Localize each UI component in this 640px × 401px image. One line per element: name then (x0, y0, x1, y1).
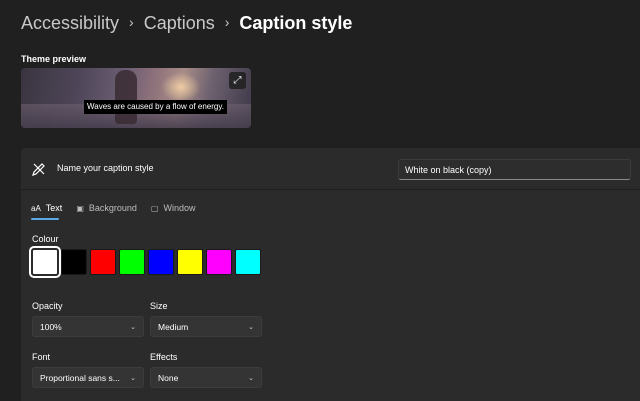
preview-caption-text: Waves are caused by a flow of energy. (84, 100, 227, 114)
colour-swatch-blue[interactable] (148, 249, 174, 275)
size-value: Medium (158, 321, 189, 332)
colour-swatch-cyan[interactable] (235, 249, 261, 275)
theme-preview-label: Theme preview (21, 54, 87, 64)
background-icon: ▣ (76, 203, 84, 213)
tab-background-label: Background (88, 203, 137, 213)
colour-swatch-red[interactable] (90, 249, 116, 275)
colour-swatches (29, 246, 264, 278)
text-icon: aA (31, 203, 41, 213)
opacity-dropdown[interactable]: 100% ⌄ (32, 316, 144, 337)
chevron-right-icon: › (224, 14, 230, 30)
tab-window[interactable]: ▢ Window (151, 198, 196, 218)
breadcrumb-captions[interactable]: Captions (144, 10, 215, 36)
opacity-value: 100% (40, 321, 62, 332)
size-dropdown[interactable]: Medium ⌄ (150, 316, 262, 337)
effects-value: None (158, 372, 179, 383)
colour-swatch-green[interactable] (119, 249, 145, 275)
font-value: Proportional sans s... (40, 372, 120, 383)
chevron-right-icon: › (129, 14, 134, 30)
chevron-down-icon: ⌄ (248, 323, 254, 331)
breadcrumb: Accessibility › Captions › Caption style (21, 10, 352, 36)
colour-swatch-black[interactable] (61, 249, 87, 275)
colour-label: Colour (32, 234, 59, 244)
colour-swatch-white[interactable] (29, 246, 61, 278)
tab-text[interactable]: aA Text (31, 198, 63, 220)
size-label: Size (150, 301, 168, 311)
expand-icon[interactable]: ⤢ (229, 72, 246, 89)
theme-preview-image: Waves are caused by a flow of energy. (21, 68, 251, 128)
colour-swatch-magenta[interactable] (206, 249, 232, 275)
effects-label: Effects (150, 352, 178, 362)
breadcrumb-accessibility[interactable]: Accessibility (21, 10, 119, 36)
caption-style-card: Name your caption style aA Text ▣ Backgr… (21, 148, 640, 401)
chevron-down-icon: ⌄ (130, 323, 136, 331)
preview-figure (115, 70, 137, 124)
caption-style-name-input[interactable] (398, 159, 631, 180)
opacity-label: Opacity (32, 301, 63, 311)
window-icon: ▢ (150, 203, 159, 213)
caption-style-name-row: Name your caption style (21, 148, 640, 190)
caption-style-name-label: Name your caption style (57, 163, 154, 173)
pen-edit-icon (32, 163, 45, 176)
tab-window-label: Window (163, 203, 196, 213)
effects-dropdown[interactable]: None ⌄ (150, 367, 262, 388)
preview-sunlight (161, 72, 201, 102)
font-dropdown[interactable]: Proportional sans s... ⌄ (32, 367, 144, 388)
tab-text-label: Text (45, 203, 63, 213)
tab-background[interactable]: ▣ Background (76, 198, 137, 218)
chevron-down-icon: ⌄ (130, 374, 136, 382)
caption-style-tabs: aA Text ▣ Background ▢ Window (31, 198, 210, 220)
page-title: Caption style (239, 13, 353, 33)
font-label: Font (32, 352, 51, 362)
colour-swatch-yellow[interactable] (177, 249, 203, 275)
chevron-down-icon: ⌄ (248, 374, 254, 382)
